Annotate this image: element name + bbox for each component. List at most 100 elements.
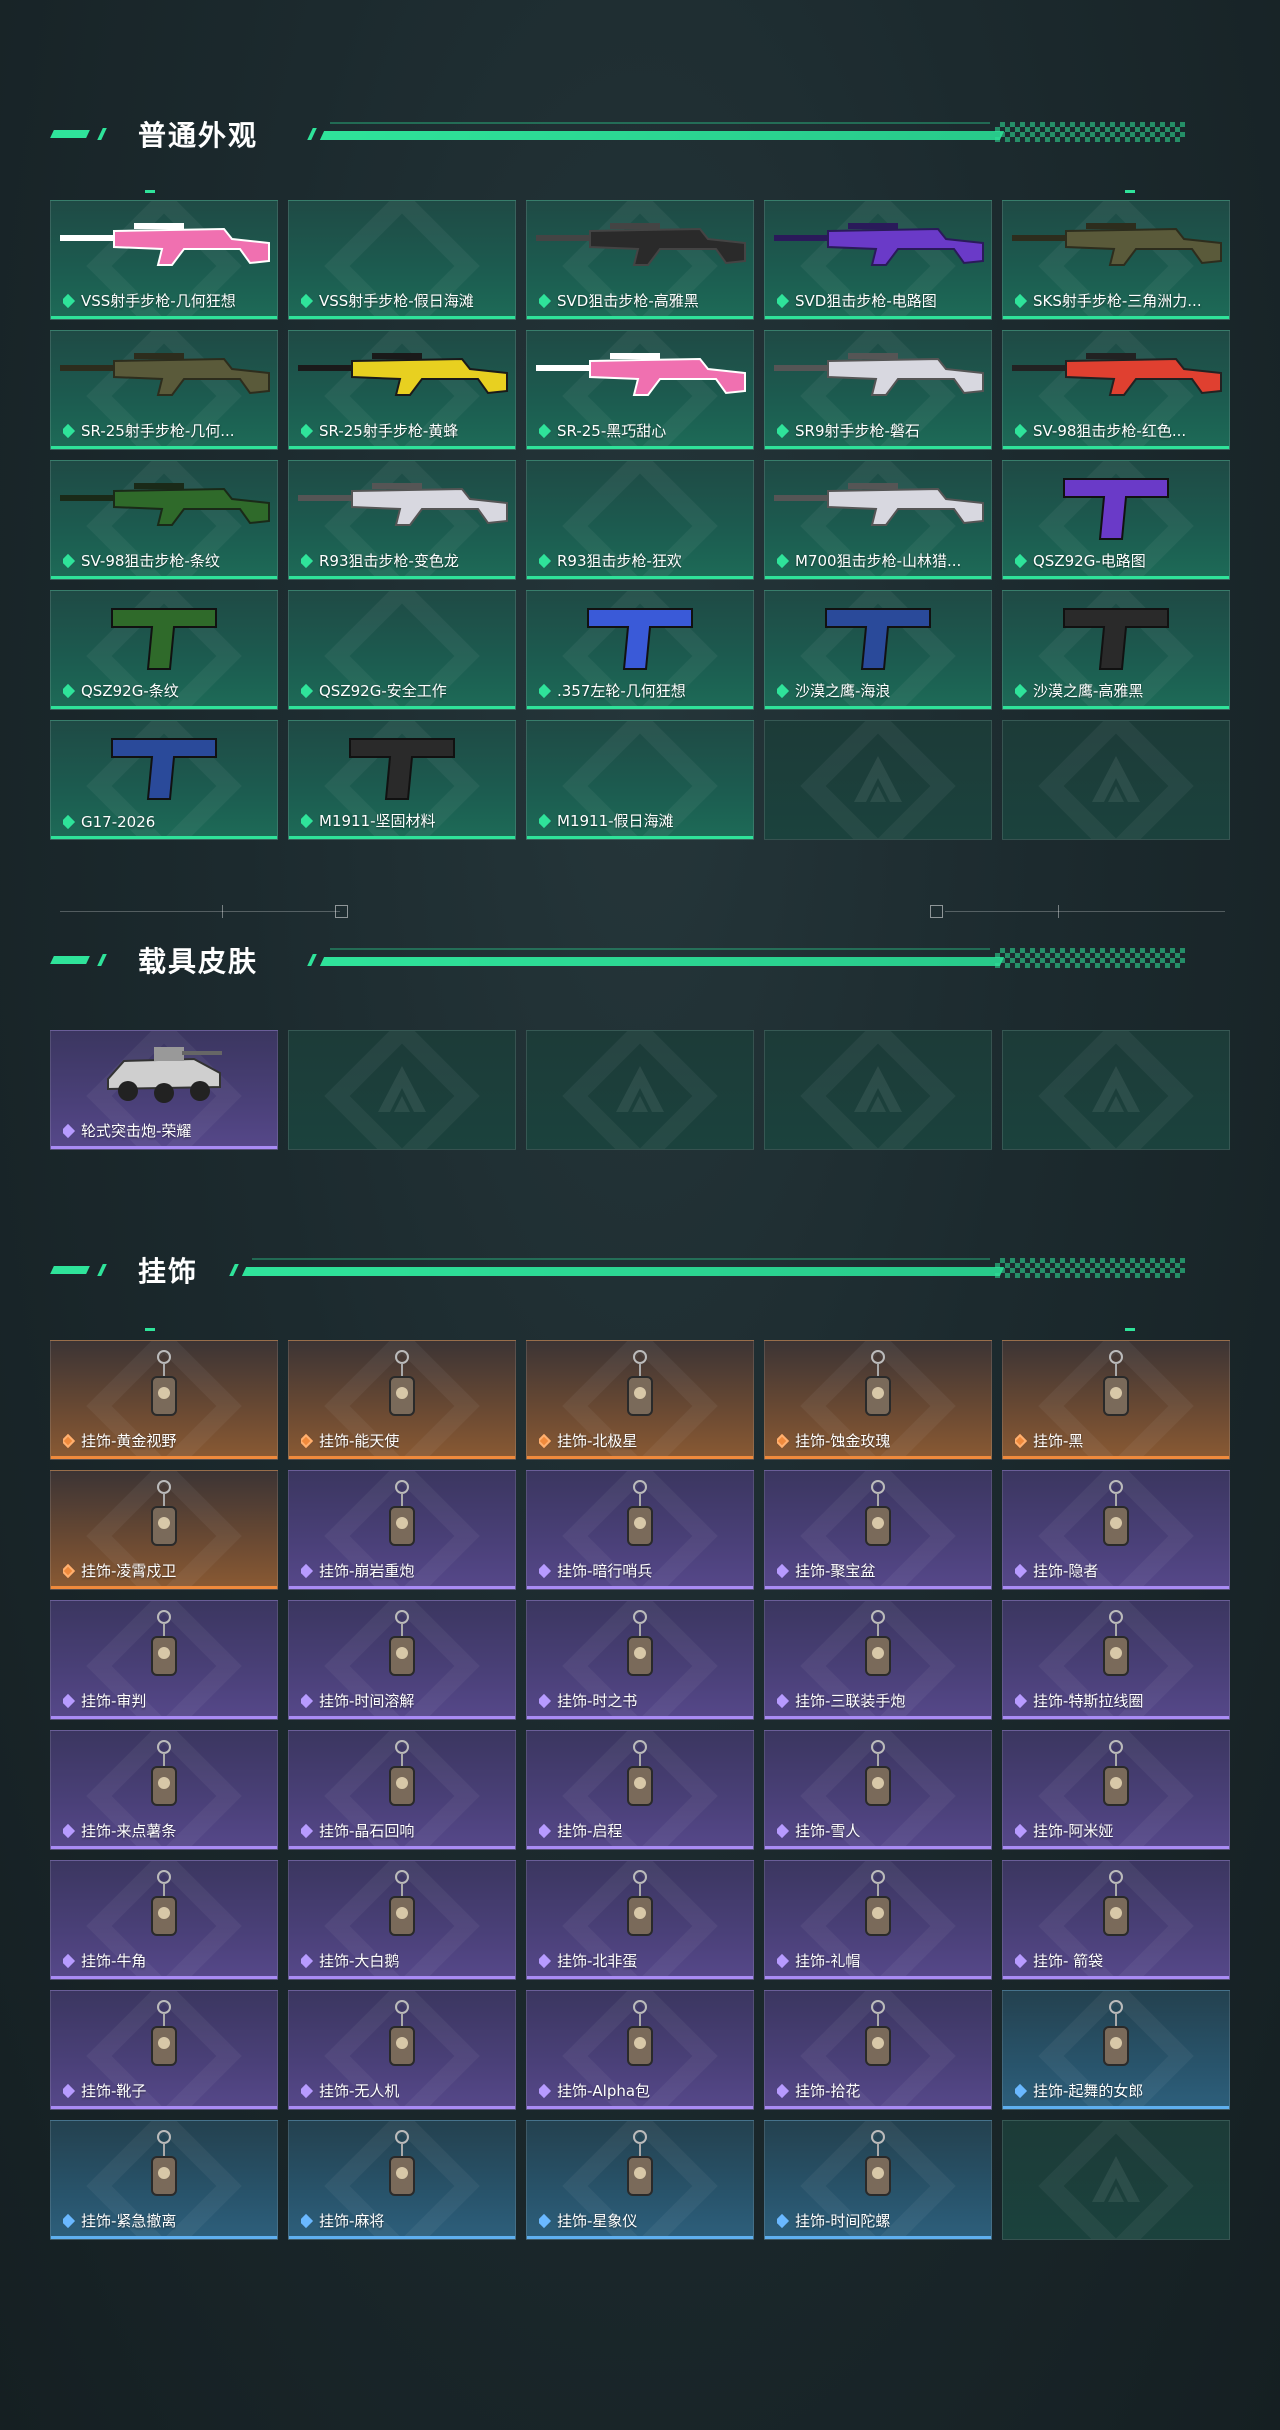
item-card[interactable]: 挂饰-拾花 bbox=[764, 1990, 992, 2110]
item-name: G17-2026 bbox=[81, 813, 156, 831]
item-card[interactable]: SR9射手步枪-磐石 bbox=[764, 330, 992, 450]
item-label: 挂饰-聚宝盆 bbox=[777, 1560, 875, 1581]
item-card[interactable]: 挂饰-蚀金玫瑰 bbox=[764, 1340, 992, 1460]
item-card[interactable]: SVD狙击步枪-电路图 bbox=[764, 200, 992, 320]
item-name: SR-25射手步枪-黄蜂 bbox=[319, 422, 459, 440]
charm-icon bbox=[151, 1610, 177, 1676]
item-label: 挂饰-雪人 bbox=[777, 1820, 860, 1841]
item-card[interactable]: 挂饰-时间溶解 bbox=[288, 1600, 516, 1720]
pistol-black-icon bbox=[349, 738, 455, 800]
item-card[interactable]: 挂饰-靴子 bbox=[50, 1990, 278, 2110]
item-label: 挂饰- 箭袋 bbox=[1015, 1950, 1103, 1971]
item-card[interactable]: QSZ92G-电路图 bbox=[1002, 460, 1230, 580]
item-card[interactable]: 挂饰-晶石回响 bbox=[288, 1730, 516, 1850]
item-card[interactable]: SV-98狙击步枪-红色... bbox=[1002, 330, 1230, 450]
item-name: 挂饰-紧急撤离 bbox=[81, 2212, 177, 2230]
item-label: SR9射手步枪-磐石 bbox=[777, 420, 920, 441]
item-name: SR-25-黑巧甜心 bbox=[557, 422, 667, 440]
item-name: 挂饰-时间溶解 bbox=[319, 1692, 415, 1710]
item-card[interactable]: 挂饰-黄金视野 bbox=[50, 1340, 278, 1460]
charm-icon bbox=[865, 1610, 891, 1676]
item-card[interactable]: 挂饰-暗行哨兵 bbox=[526, 1470, 754, 1590]
item-name: 挂饰-凌霄戍卫 bbox=[81, 1562, 177, 1580]
item-card[interactable]: M1911-假日海滩 bbox=[526, 720, 754, 840]
item-card[interactable]: SKS射手步枪-三角洲力... bbox=[1002, 200, 1230, 320]
item-card[interactable]: 沙漠之鹰-高雅黑 bbox=[1002, 590, 1230, 710]
item-card[interactable]: 挂饰-起舞的女郎 bbox=[1002, 1990, 1230, 2110]
rarity-diamond-icon bbox=[63, 1433, 76, 1448]
charms-grid: 挂饰-黄金视野 挂饰-能天使 挂饰-北极星 挂饰-蚀金玫瑰 挂饰-黑 挂饰-凌霄… bbox=[50, 1340, 1230, 2240]
rarity-diamond-icon bbox=[63, 1823, 76, 1838]
item-card[interactable]: 挂饰-隐者 bbox=[1002, 1470, 1230, 1590]
item-card[interactable]: 挂饰-紧急撤离 bbox=[50, 2120, 278, 2240]
rifle-white-icon bbox=[298, 483, 508, 526]
item-card[interactable]: 挂饰-特斯拉线圈 bbox=[1002, 1600, 1230, 1720]
item-card[interactable]: SVD狙击步枪-高雅黑 bbox=[526, 200, 754, 320]
item-card[interactable]: 挂饰-来点薯条 bbox=[50, 1730, 278, 1850]
item-card[interactable]: 轮式突击炮-荣耀 bbox=[50, 1030, 278, 1150]
rarity-diamond-icon bbox=[1015, 293, 1028, 308]
item-card[interactable]: 挂饰-时之书 bbox=[526, 1600, 754, 1720]
item-card[interactable]: 挂饰-Alpha包 bbox=[526, 1990, 754, 2110]
rarity-diamond-icon bbox=[777, 293, 790, 308]
item-card[interactable]: 挂饰-聚宝盆 bbox=[764, 1470, 992, 1590]
item-card[interactable]: VSS射手步枪-假日海滩 bbox=[288, 200, 516, 320]
item-card[interactable]: 挂饰-麻将 bbox=[288, 2120, 516, 2240]
item-name: 挂饰-礼帽 bbox=[795, 1952, 861, 1970]
item-name: 挂饰-北非蛋 bbox=[557, 1952, 638, 1970]
rarity-diamond-icon bbox=[1015, 1433, 1028, 1448]
item-card[interactable]: 挂饰-礼帽 bbox=[764, 1860, 992, 1980]
item-card[interactable]: .357左轮-几何狂想 bbox=[526, 590, 754, 710]
item-label: 挂饰-黄金视野 bbox=[63, 1430, 176, 1451]
item-card[interactable]: 挂饰-启程 bbox=[526, 1730, 754, 1850]
item-card[interactable]: SV-98狙击步枪-条纹 bbox=[50, 460, 278, 580]
item-card[interactable]: G17-2026 bbox=[50, 720, 278, 840]
item-card[interactable]: 挂饰-崩岩重炮 bbox=[288, 1470, 516, 1590]
logo-placeholder-icon bbox=[378, 1066, 426, 1112]
item-card[interactable]: SR-25-黑巧甜心 bbox=[526, 330, 754, 450]
item-card[interactable]: 挂饰-北极星 bbox=[526, 1340, 754, 1460]
item-name: 挂饰-拾花 bbox=[795, 2082, 861, 2100]
item-card[interactable]: VSS射手步枪-几何狂想 bbox=[50, 200, 278, 320]
item-card[interactable]: M1911-坚固材料 bbox=[288, 720, 516, 840]
pistol-black-icon bbox=[1063, 608, 1169, 670]
item-card[interactable]: 挂饰-大白鹅 bbox=[288, 1860, 516, 1980]
item-card[interactable]: 挂饰- 箭袋 bbox=[1002, 1860, 1230, 1980]
item-card[interactable]: 挂饰-星象仪 bbox=[526, 2120, 754, 2240]
rarity-diamond-icon bbox=[301, 553, 314, 568]
item-card[interactable]: 挂饰-凌霄戍卫 bbox=[50, 1470, 278, 1590]
item-card[interactable]: 挂饰-三联装手炮 bbox=[764, 1600, 992, 1720]
item-card[interactable]: R93狙击步枪-狂欢 bbox=[526, 460, 754, 580]
item-card[interactable]: 挂饰-黑 bbox=[1002, 1340, 1230, 1460]
item-card[interactable]: 挂饰-能天使 bbox=[288, 1340, 516, 1460]
item-card[interactable]: M700狙击步枪-山林猎... bbox=[764, 460, 992, 580]
rarity-diamond-icon bbox=[301, 813, 314, 828]
item-card[interactable]: 挂饰-牛角 bbox=[50, 1860, 278, 1980]
rarity-diamond-icon bbox=[1015, 1693, 1028, 1708]
item-card[interactable]: QSZ92G-安全工作 bbox=[288, 590, 516, 710]
item-label: SVD狙击步枪-高雅黑 bbox=[539, 290, 699, 311]
rifle-red-icon bbox=[1012, 353, 1222, 396]
item-card[interactable]: R93狙击步枪-变色龙 bbox=[288, 460, 516, 580]
charm-icon bbox=[389, 1740, 415, 1806]
item-card[interactable]: 挂饰-时间陀螺 bbox=[764, 2120, 992, 2240]
item-card[interactable]: SR-25射手步枪-几何... bbox=[50, 330, 278, 450]
item-label: 挂饰-无人机 bbox=[301, 2080, 399, 2101]
item-name: 挂饰-北极星 bbox=[557, 1432, 638, 1450]
item-card[interactable]: 挂饰-无人机 bbox=[288, 1990, 516, 2110]
item-card[interactable]: 挂饰-阿米娅 bbox=[1002, 1730, 1230, 1850]
item-card[interactable]: 挂饰-北非蛋 bbox=[526, 1860, 754, 1980]
item-card[interactable]: SR-25射手步枪-黄蜂 bbox=[288, 330, 516, 450]
item-card[interactable]: 沙漠之鹰-海浪 bbox=[764, 590, 992, 710]
item-card[interactable]: 挂饰-审判 bbox=[50, 1600, 278, 1720]
item-label: 挂饰-三联装手炮 bbox=[777, 1690, 905, 1711]
item-label: 挂饰-特斯拉线圈 bbox=[1015, 1690, 1143, 1711]
rarity-diamond-icon bbox=[539, 1693, 552, 1708]
item-label: 挂饰-启程 bbox=[539, 1820, 622, 1841]
item-card[interactable]: QSZ92G-条纹 bbox=[50, 590, 278, 710]
item-card[interactable]: 挂饰-雪人 bbox=[764, 1730, 992, 1850]
item-label: G17-2026 bbox=[63, 813, 155, 831]
empty-slot bbox=[764, 1030, 992, 1150]
charm-icon bbox=[151, 2130, 177, 2196]
item-label: 沙漠之鹰-高雅黑 bbox=[1015, 680, 1143, 701]
